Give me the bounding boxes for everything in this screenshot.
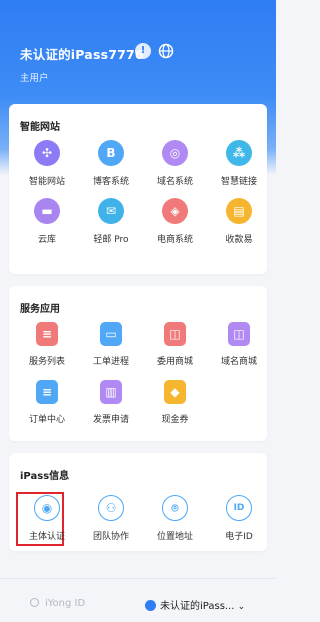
ticket-icon: ▭ xyxy=(100,322,122,346)
link-icon: ⁂ xyxy=(226,140,252,166)
app-tile-label: 智慧链接 xyxy=(220,177,257,187)
section-title: 智能网站 xyxy=(20,122,60,133)
globe-icon xyxy=(145,600,156,611)
section-services: 服务应用 ≡ 服务列表 ▭ 工单进程 ◫ 委用商城 ◫ 域名商城 ≡ 订单中心 ▥ 发票申请 ◆ 现金券 xyxy=(9,286,267,441)
invoice-icon: ▥ xyxy=(100,380,122,404)
app-tile-label: 收款易 xyxy=(225,235,253,245)
app-tile-shop[interactable]: ◈ 电商系统 xyxy=(143,198,207,245)
app-tile-label: 域名系统 xyxy=(156,177,193,187)
exclamation-icon[interactable]: ! xyxy=(135,43,151,59)
location-icon: ⌾ xyxy=(162,495,188,521)
app-tile-location[interactable]: ⌾ 位置地址 xyxy=(143,495,207,542)
globe-icon[interactable] xyxy=(158,43,174,59)
account-label: 未认证的iPass... xyxy=(160,601,235,612)
team-icon: ⚇ xyxy=(98,495,124,521)
order-icon: ≡ xyxy=(36,380,58,404)
app-tile-label: 工单进程 xyxy=(92,357,129,367)
chevron-down-icon: ⌄ xyxy=(237,602,246,612)
smart-site-icon: ✣ xyxy=(34,140,60,166)
app-tile-wallet[interactable]: ▤ 收款易 xyxy=(207,198,271,245)
user-icon xyxy=(30,598,39,607)
app-tile-service-list[interactable]: ≡ 服务列表 xyxy=(15,322,79,367)
app-tile-label: 电子ID xyxy=(225,532,253,542)
app-tile-order[interactable]: ≡ 订单中心 xyxy=(15,380,79,425)
app-tile-label: 主体认证 xyxy=(28,532,65,542)
section-ipass-info: iPass信息 ◉ 主体认证 ⚇ 团队协作 ⌾ 位置地址 ID 电子ID xyxy=(9,453,267,551)
section-title: iPass信息 xyxy=(20,471,70,482)
wallet-icon: ▤ xyxy=(226,198,252,224)
app-tile-identity[interactable]: ◉ 主体认证 xyxy=(15,495,79,542)
folder-icon: ▬ xyxy=(34,198,60,224)
shop-icon: ◈ xyxy=(162,198,188,224)
app-tile-mail[interactable]: ✉ 轻邮 Pro xyxy=(79,198,143,245)
identity-icon: ◉ xyxy=(34,495,60,521)
app-tile-label: 轻邮 Pro xyxy=(93,235,129,245)
app-tile-label: 云库 xyxy=(37,235,56,245)
id-icon: ID xyxy=(226,495,252,521)
service-list-icon: ≡ xyxy=(36,322,58,346)
app-tile-domain-mall[interactable]: ◫ 域名商城 xyxy=(207,322,271,367)
mall-icon: ◫ xyxy=(164,322,186,346)
app-tile-folder[interactable]: ▬ 云库 xyxy=(15,198,79,245)
app-tile-mall[interactable]: ◫ 委用商城 xyxy=(143,322,207,367)
app-tile-label: 订单中心 xyxy=(28,415,65,425)
app-tile-invoice[interactable]: ▥ 发票申请 xyxy=(79,380,143,425)
app-tile-blog[interactable]: B 博客系统 xyxy=(79,140,143,187)
bottom-bar: iYong ID 未认证的iPass... ⌄ xyxy=(0,578,276,622)
domain-mall-icon: ◫ xyxy=(228,322,250,346)
iyong-id-label: iYong ID xyxy=(45,598,86,609)
app-tile-label: 博客系统 xyxy=(92,177,129,187)
app-tile-id[interactable]: ID 电子ID xyxy=(207,495,271,542)
section-title: 服务应用 xyxy=(20,304,60,315)
domain-icon: ◎ xyxy=(162,140,188,166)
app-tile-link[interactable]: ⁂ 智慧链接 xyxy=(207,140,271,187)
app-tile-label: 现金券 xyxy=(161,415,189,425)
account-switcher[interactable]: 未认证的iPass... ⌄ xyxy=(145,597,245,612)
blog-icon: B xyxy=(98,140,124,166)
app-tile-domain[interactable]: ◎ 域名系统 xyxy=(143,140,207,187)
mail-icon: ✉ xyxy=(98,198,124,224)
username: 未认证的iPass7776 xyxy=(20,47,144,62)
coupon-icon: ◆ xyxy=(164,380,186,404)
app-tile-label: 委用商城 xyxy=(156,357,193,367)
app-tile-label: 团队协作 xyxy=(92,532,129,542)
app-tile-label: 智能网站 xyxy=(28,177,65,187)
app-tile-label: 电商系统 xyxy=(156,235,193,245)
app-tile-smart-site[interactable]: ✣ 智能网站 xyxy=(15,140,79,187)
section-smart-site: 智能网站 ✣ 智能网站 B 博客系统 ◎ 域名系统 ⁂ 智慧链接 ▬ 云库 ✉ 轻邮 Pro ◈ 电商系统… xyxy=(9,104,267,274)
app-tile-label: 发票申请 xyxy=(92,415,129,425)
app-tile-label: 域名商城 xyxy=(220,357,257,367)
app-tile-ticket[interactable]: ▭ 工单进程 xyxy=(79,322,143,367)
iyong-id-tab[interactable]: iYong ID xyxy=(30,598,85,609)
app-tile-team[interactable]: ⚇ 团队协作 xyxy=(79,495,143,542)
user-role: 主用户 xyxy=(20,73,49,84)
app-tile-label: 服务列表 xyxy=(28,357,65,367)
app-tile-label: 位置地址 xyxy=(156,532,193,542)
app-tile-coupon[interactable]: ◆ 现金券 xyxy=(143,380,207,425)
